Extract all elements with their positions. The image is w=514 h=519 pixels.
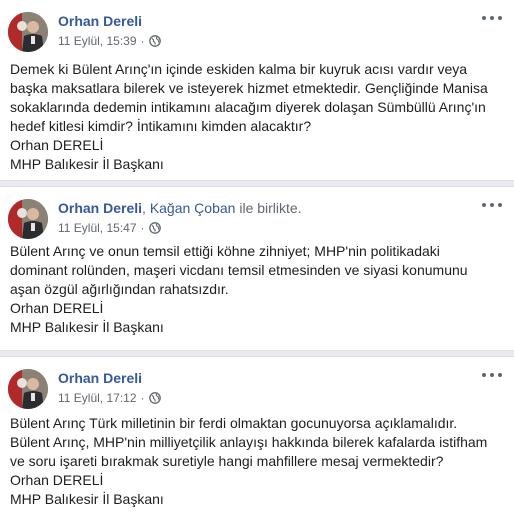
post-text: Demek ki Bülent Arınç'ın içinde eskiden … [10, 60, 506, 174]
post-text-line: sokaklarında dedemin intikamını alacağım… [10, 99, 486, 115]
with-prefix-text: , [142, 200, 150, 216]
with-suffix-text: ile birlikte. [235, 200, 302, 216]
post-signature-title: MHP Balıkesir İl Başkanı [10, 491, 164, 507]
more-dot-icon [498, 16, 502, 20]
post-card: Orhan Dereli 11 Eylül, 17:12 · Bülent Ar… [0, 357, 514, 519]
post-timestamp[interactable]: 11 Eylül, 17:12 [58, 390, 137, 406]
post-timestamp[interactable]: 11 Eylül, 15:47 [58, 220, 137, 236]
post-meta: 11 Eylül, 17:12 · [58, 390, 161, 406]
more-dot-icon [490, 16, 494, 20]
post-signature-title: MHP Balıkesir İl Başkanı [10, 319, 164, 335]
more-dot-icon [490, 373, 494, 377]
post-text-line: Demek ki Bülent Arınç'ın içinde eskiden … [10, 61, 468, 77]
post-text-line: başka maksatlara bilerek ve isteyerek hi… [10, 80, 488, 96]
globe-icon[interactable] [148, 35, 161, 47]
post-card: Orhan Dereli, Kağan Çoban ile birlikte. … [0, 187, 514, 350]
post-signature-name: Orhan DERELİ [10, 300, 104, 316]
post-header: Orhan Dereli, Kağan Çoban ile birlikte. [58, 199, 302, 217]
author-name-link[interactable]: Orhan Dereli [58, 370, 142, 386]
more-options-button[interactable] [482, 197, 502, 213]
meta-separator: · [140, 221, 145, 235]
post-text-line: Bülent Arınç Türk milletinin bir ferdi o… [10, 415, 458, 431]
post-signature-name: Orhan DERELİ [10, 137, 104, 153]
more-dot-icon [482, 16, 486, 20]
post-signature-title: MHP Balıkesir İl Başkanı [10, 156, 164, 172]
post-header: Orhan Dereli [58, 369, 161, 387]
post-header: Orhan Dereli [58, 12, 161, 30]
more-options-button[interactable] [482, 367, 502, 383]
post-card: Orhan Dereli 11 Eylül, 15:39 · Demek ki … [0, 0, 514, 180]
avatar[interactable] [8, 369, 48, 409]
post-signature-name: Orhan DERELİ [10, 472, 104, 488]
meta-separator: · [140, 34, 145, 48]
more-dot-icon [498, 373, 502, 377]
avatar[interactable] [8, 12, 48, 52]
avatar[interactable] [8, 199, 48, 239]
more-options-button[interactable] [482, 10, 502, 26]
post-text-line: ve soru işareti bırakmak suretiyle hangi… [10, 453, 444, 469]
meta-separator: · [140, 391, 145, 405]
post-text-line: Bülent Arınç ve onun temsil ettiği köhne… [10, 243, 440, 259]
more-dot-icon [490, 203, 494, 207]
post-divider [0, 350, 514, 357]
more-dot-icon [498, 203, 502, 207]
more-dot-icon [482, 373, 486, 377]
post-meta: 11 Eylül, 15:47 · [58, 220, 302, 236]
post-divider [0, 180, 514, 187]
more-dot-icon [482, 203, 486, 207]
tagged-user-link[interactable]: Kağan Çoban [150, 200, 236, 216]
author-name-link[interactable]: Orhan Dereli [58, 200, 142, 216]
post-text: Bülent Arınç Türk milletinin bir ferdi o… [10, 414, 506, 509]
post-text: Bülent Arınç ve onun temsil ettiği köhne… [10, 242, 506, 337]
post-text-line: hedef kitlesi kimdir? İntikamını kimden … [10, 118, 312, 134]
author-name-link[interactable]: Orhan Dereli [58, 13, 142, 29]
post-text-line: dominant rolünden, maşeri vicdanı temsil… [10, 262, 468, 278]
post-meta: 11 Eylül, 15:39 · [58, 33, 161, 49]
post-text-line: aşan özgül ağırlığından rahatsızdır. [10, 281, 229, 297]
post-text-line: Bülent Arınç, MHP'nin milliyetçilik anla… [10, 434, 488, 450]
globe-icon[interactable] [148, 222, 161, 234]
post-timestamp[interactable]: 11 Eylül, 15:39 [58, 33, 137, 49]
globe-icon[interactable] [148, 392, 161, 404]
